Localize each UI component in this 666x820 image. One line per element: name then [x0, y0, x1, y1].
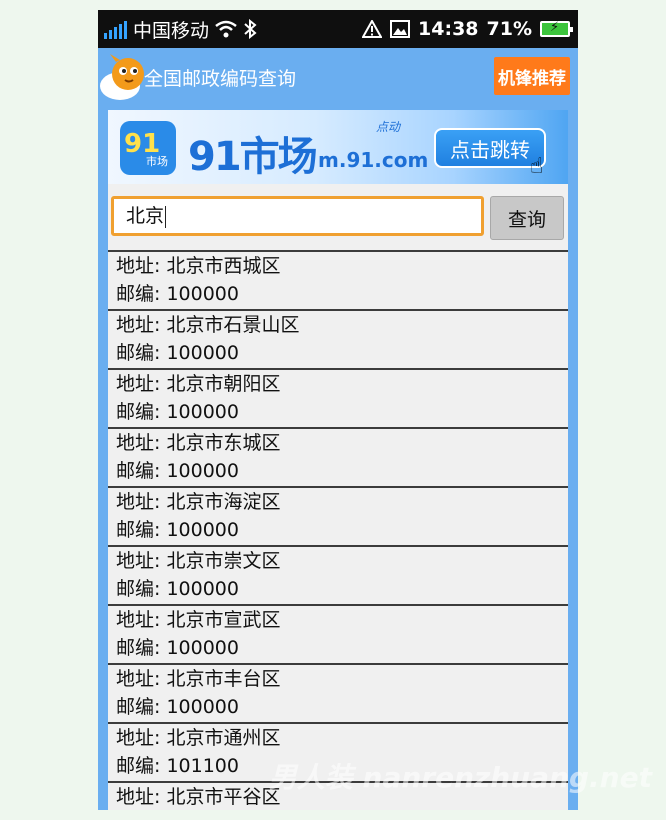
address-text: 地址: 北京市海淀区: [116, 491, 281, 513]
ad-banner[interactable]: 91 市场 91市场 m.91.com 点动 点击跳转 ☝: [108, 110, 568, 184]
address-text: 地址: 北京市丰台区: [116, 668, 281, 690]
postcode-text: 邮编: 100000: [116, 283, 239, 305]
image-icon: [390, 20, 411, 38]
list-item[interactable]: 地址: 北京市东城区 邮编: 100000: [108, 427, 568, 486]
ad-logo-icon: 91 市场: [120, 121, 176, 175]
address-text: 地址: 北京市西城区: [116, 255, 281, 277]
phone-screen: 中国移动 14:38 71% ⚡ 全国邮政编码查询 机锋推荐 91 市场 91市…: [98, 10, 578, 810]
status-left: 中国移动: [104, 10, 257, 48]
search-row: 北京 查询: [108, 184, 568, 250]
address-text: 地址: 北京市朝阳区: [116, 373, 281, 395]
battery-icon: ⚡: [540, 20, 573, 37]
title-bar: 全国邮政编码查询 机锋推荐: [98, 48, 578, 110]
status-right: 14:38 71% ⚡: [362, 10, 573, 48]
clock: 14:38: [418, 18, 479, 40]
address-text: 地址: 北京市宣武区: [116, 609, 281, 631]
text-caret: [165, 205, 167, 228]
wifi-icon: [215, 20, 237, 38]
list-item[interactable]: 地址: 北京市石景山区 邮编: 100000: [108, 309, 568, 368]
address-text: 地址: 北京市石景山区: [116, 314, 300, 336]
carrier-label: 中国移动: [133, 19, 210, 42]
search-input-value: 北京: [126, 205, 165, 227]
site-watermark: 男人装 nanrenzhuang.net: [268, 761, 652, 794]
postcode-text: 邮编: 100000: [116, 342, 239, 364]
postcode-text: 邮编: 100000: [116, 696, 239, 718]
list-item[interactable]: 地址: 北京市西城区 邮编: 100000: [108, 250, 568, 309]
ad-domain: m.91.com: [318, 148, 429, 172]
postcode-text: 邮编: 100000: [116, 578, 239, 600]
bluetooth-icon: [244, 19, 257, 39]
postcode-text: 邮编: 100000: [116, 637, 239, 659]
warning-icon: [362, 20, 383, 38]
list-item[interactable]: 地址: 北京市丰台区 邮编: 100000: [108, 663, 568, 722]
ad-logo-sub: 市场: [146, 155, 168, 168]
list-item[interactable]: 地址: 北京市朝阳区 邮编: 100000: [108, 368, 568, 427]
search-input[interactable]: 北京: [111, 196, 484, 236]
signal-icon: [104, 19, 127, 39]
ad-brand: 91市场: [188, 134, 318, 180]
status-bar: 中国移动 14:38 71% ⚡: [98, 10, 578, 48]
recommend-button[interactable]: 机锋推荐: [494, 57, 570, 95]
ad-tag: 点动: [376, 120, 401, 134]
list-item[interactable]: 地址: 北京市崇文区 邮编: 100000: [108, 545, 568, 604]
address-text: 地址: 北京市通州区: [116, 727, 281, 749]
battery-percent: 71%: [486, 18, 532, 40]
page-title: 全国邮政编码查询: [144, 68, 297, 90]
main-content: 91 市场 91市场 m.91.com 点动 点击跳转 ☝ 北京 查询 地址: …: [108, 110, 568, 810]
search-button[interactable]: 查询: [490, 196, 564, 240]
postcode-text: 邮编: 100000: [116, 460, 239, 482]
pointer-hand-icon: ☝: [530, 154, 544, 179]
list-item[interactable]: 地址: 北京市海淀区 邮编: 100000: [108, 486, 568, 545]
list-item[interactable]: 地址: 北京市宣武区 邮编: 100000: [108, 604, 568, 663]
address-text: 地址: 北京市崇文区: [116, 550, 281, 572]
postcode-text: 邮编: 100000: [116, 519, 239, 541]
address-text: 地址: 北京市东城区: [116, 432, 281, 454]
postcode-text: 邮编: 100000: [116, 401, 239, 423]
results-list[interactable]: 地址: 北京市西城区 邮编: 100000 地址: 北京市石景山区 邮编: 10…: [108, 250, 568, 810]
